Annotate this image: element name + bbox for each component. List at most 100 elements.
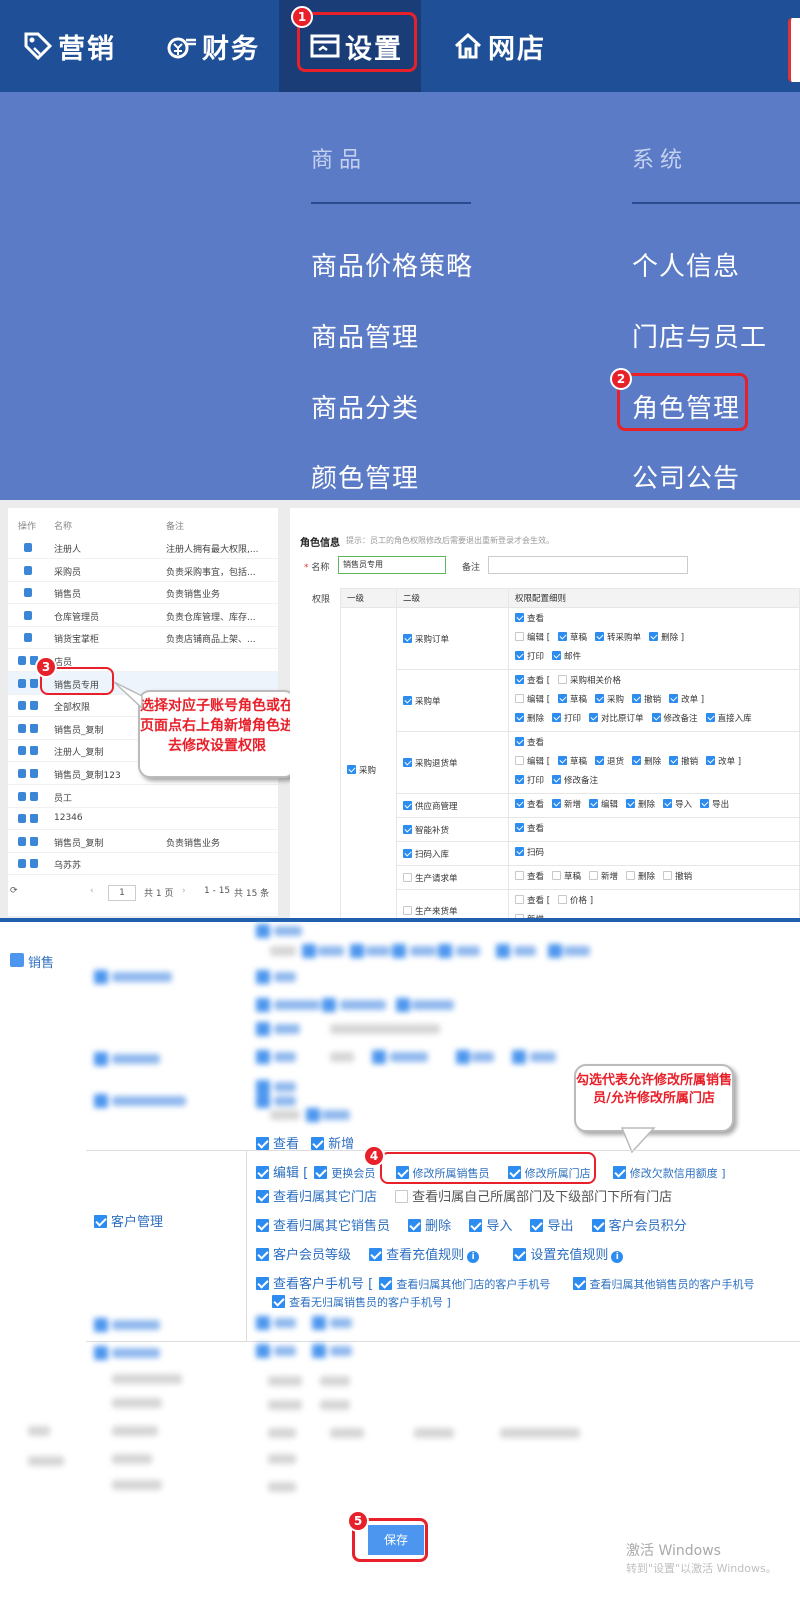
menu-product-management[interactable]: 商品管理 bbox=[311, 317, 419, 354]
checkbox[interactable] bbox=[589, 713, 599, 722]
role-row[interactable]: 销售员 负责销售业务 bbox=[8, 581, 278, 605]
checkbox[interactable] bbox=[552, 871, 562, 880]
trash-icon[interactable] bbox=[30, 859, 38, 869]
edit-icon[interactable] bbox=[18, 836, 26, 846]
checkbox[interactable] bbox=[403, 872, 412, 882]
role-row[interactable]: 采购员 负责采购事宜，包括... bbox=[8, 559, 278, 582]
checkbox[interactable] bbox=[515, 756, 524, 765]
checkbox[interactable] bbox=[651, 713, 661, 722]
menu-product-price-strategy[interactable]: 商品价格策略 bbox=[311, 246, 473, 283]
edit-icon[interactable] bbox=[18, 791, 26, 801]
checkbox[interactable] bbox=[706, 756, 716, 765]
menu-product-category[interactable]: 商品分类 bbox=[311, 388, 419, 425]
user-avatar[interactable] bbox=[788, 18, 800, 82]
checkbox[interactable] bbox=[395, 1190, 409, 1203]
role-row[interactable]: 仓库管理员 负责仓库管理、库存... bbox=[8, 604, 278, 627]
next-page-icon[interactable]: › bbox=[182, 886, 186, 896]
checkbox[interactable] bbox=[403, 824, 412, 834]
checkbox[interactable] bbox=[256, 1277, 269, 1290]
trash-icon[interactable] bbox=[30, 791, 38, 801]
checkbox[interactable] bbox=[379, 1277, 393, 1290]
checkbox[interactable] bbox=[632, 694, 642, 703]
checkbox[interactable] bbox=[515, 675, 524, 684]
checkbox[interactable] bbox=[403, 800, 412, 810]
remark-input[interactable] bbox=[488, 556, 688, 574]
edit-icon[interactable] bbox=[24, 565, 32, 575]
edit-icon[interactable] bbox=[18, 859, 26, 869]
checkbox[interactable] bbox=[515, 737, 524, 746]
edit-icon[interactable] bbox=[24, 610, 32, 620]
nav-marketing[interactable]: 营销 bbox=[22, 0, 116, 92]
checkbox[interactable] bbox=[558, 756, 568, 765]
checkbox[interactable] bbox=[591, 1219, 605, 1232]
checkbox[interactable] bbox=[408, 1219, 422, 1232]
checkbox[interactable] bbox=[595, 756, 605, 765]
checkbox[interactable] bbox=[314, 1166, 328, 1179]
trash-icon[interactable] bbox=[30, 769, 38, 778]
checkbox[interactable] bbox=[515, 775, 524, 784]
checkbox[interactable] bbox=[515, 847, 524, 856]
checkbox[interactable] bbox=[515, 694, 524, 703]
menu-store-staff[interactable]: 门店与员工 bbox=[632, 317, 767, 354]
checkbox[interactable] bbox=[256, 1137, 269, 1150]
checkbox[interactable] bbox=[256, 1166, 269, 1179]
checkbox[interactable] bbox=[558, 694, 568, 703]
checkbox[interactable] bbox=[669, 756, 679, 765]
checkbox[interactable] bbox=[595, 694, 605, 703]
trash-icon[interactable] bbox=[30, 723, 38, 733]
nav-finance[interactable]: 财务 bbox=[166, 0, 260, 92]
checkbox[interactable] bbox=[272, 1295, 285, 1308]
edit-icon[interactable] bbox=[24, 633, 32, 643]
checkbox[interactable] bbox=[669, 694, 679, 703]
checkbox[interactable] bbox=[403, 848, 412, 858]
checkbox[interactable] bbox=[552, 713, 562, 722]
checkbox[interactable] bbox=[632, 756, 642, 765]
checkbox[interactable] bbox=[626, 871, 636, 880]
checkbox[interactable] bbox=[552, 799, 562, 808]
prev-page-icon[interactable]: ‹ bbox=[90, 886, 94, 896]
checkbox[interactable] bbox=[513, 1248, 527, 1261]
checkbox[interactable] bbox=[515, 613, 524, 622]
checkbox[interactable] bbox=[552, 775, 562, 784]
checkbox-customer-management[interactable] bbox=[94, 1215, 107, 1228]
checkbox[interactable] bbox=[552, 651, 562, 660]
menu-color-management[interactable]: 颜色管理 bbox=[311, 458, 419, 495]
checkbox[interactable] bbox=[347, 765, 356, 774]
checkbox[interactable] bbox=[530, 1219, 544, 1232]
checkbox[interactable] bbox=[626, 799, 636, 808]
checkbox[interactable] bbox=[256, 1219, 269, 1232]
checkbox[interactable] bbox=[256, 1248, 269, 1261]
checkbox[interactable] bbox=[403, 906, 412, 915]
edit-icon[interactable] bbox=[18, 746, 26, 756]
checkbox[interactable] bbox=[515, 871, 524, 880]
checkbox[interactable] bbox=[515, 632, 524, 641]
checkbox[interactable] bbox=[515, 799, 524, 808]
role-row[interactable]: 员工 bbox=[8, 785, 278, 808]
checkbox[interactable] bbox=[403, 695, 412, 705]
edit-icon[interactable] bbox=[18, 656, 26, 665]
checkbox[interactable] bbox=[589, 871, 599, 880]
checkbox[interactable] bbox=[403, 757, 412, 767]
role-row[interactable]: 12346 bbox=[8, 807, 278, 831]
nav-online-shop[interactable]: 网店 bbox=[452, 0, 546, 92]
role-row[interactable]: 乌苏苏 bbox=[8, 852, 278, 876]
trash-icon[interactable] bbox=[30, 678, 38, 688]
edit-icon[interactable] bbox=[24, 543, 32, 552]
checkbox-sales[interactable] bbox=[10, 953, 24, 967]
checkbox[interactable] bbox=[595, 632, 605, 641]
edit-icon[interactable] bbox=[18, 701, 26, 711]
edit-icon[interactable] bbox=[18, 769, 26, 778]
edit-icon[interactable] bbox=[18, 723, 26, 733]
page-input[interactable]: 1 bbox=[108, 885, 136, 901]
checkbox[interactable] bbox=[469, 1219, 483, 1232]
checkbox[interactable] bbox=[256, 1190, 269, 1203]
edit-icon[interactable] bbox=[24, 588, 32, 598]
checkbox[interactable] bbox=[311, 1137, 325, 1150]
checkbox[interactable] bbox=[515, 713, 524, 722]
role-row[interactable]: 注册人 注册人拥有最大权限,... bbox=[8, 536, 278, 559]
edit-icon[interactable] bbox=[18, 814, 26, 824]
refresh-icon[interactable]: ⟳ bbox=[10, 886, 18, 896]
save-button[interactable]: 保存 bbox=[368, 1525, 424, 1555]
menu-company-notice[interactable]: 公司公告 bbox=[632, 458, 740, 495]
checkbox[interactable] bbox=[572, 1277, 586, 1290]
